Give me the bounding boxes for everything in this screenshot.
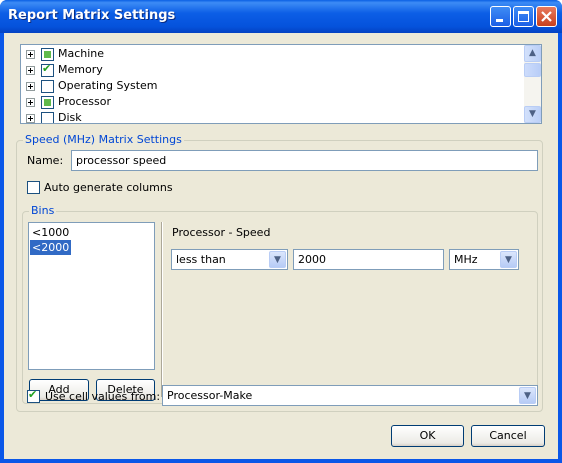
bins-group: Bins <1000 <2000 Add Delete Processor - … [22, 204, 538, 404]
operator-select[interactable]: less than ▼ [171, 249, 288, 270]
ok-button[interactable]: OK [391, 425, 464, 447]
cell-values-source: Processor-Make [167, 389, 253, 402]
tree-item-processor[interactable]: Processor [21, 94, 521, 110]
unit-select[interactable]: MHz ▼ [449, 249, 519, 270]
auto-generate-label: Auto generate columns [44, 181, 173, 194]
tree-scrollbar[interactable]: ▲ ▼ [524, 45, 541, 123]
matrix-settings-group: Speed (MHz) Matrix Settings Name: proces… [16, 133, 543, 412]
expand-icon[interactable] [26, 50, 35, 59]
tree-checkbox-machine[interactable] [41, 48, 54, 61]
divider [161, 222, 163, 397]
auto-generate-checkbox[interactable] [27, 181, 40, 194]
unit-value: MHz [454, 253, 478, 266]
chevron-down-icon: ▼ [529, 109, 536, 119]
operator-value: less than [176, 253, 226, 266]
list-item[interactable]: <2000 [30, 240, 72, 255]
scroll-up-button[interactable]: ▲ [524, 45, 541, 62]
bin-value-field[interactable]: 2000 [293, 249, 444, 270]
cell-values-dropdown-button[interactable]: ▼ [519, 387, 536, 404]
expand-icon[interactable] [26, 114, 35, 123]
tree-checkbox-memory[interactable] [41, 62, 54, 77]
tree-item-disk[interactable]: Disk [21, 110, 521, 124]
bin-detail-title: Processor - Speed [172, 226, 271, 239]
dialog-client: Machine Memory Operating System Processo… [4, 33, 558, 459]
tree-item-operating-system[interactable]: Operating System [21, 78, 521, 94]
minimize-button[interactable] [490, 6, 511, 27]
expand-icon[interactable] [26, 82, 35, 91]
minimize-icon [496, 19, 503, 22]
tree-item-label: Memory [58, 63, 103, 76]
use-cell-values-label: Use cell values from: [45, 390, 161, 403]
list-item[interactable]: <1000 [30, 225, 71, 240]
title-bar[interactable]: Report Matrix Settings [0, 0, 562, 33]
tree-item-machine[interactable]: Machine [21, 46, 521, 62]
cell-values-select[interactable]: Processor-Make ▼ [162, 385, 538, 406]
name-field[interactable]: processor speed [71, 150, 538, 171]
maximize-icon [518, 11, 529, 22]
close-icon [541, 11, 552, 22]
scroll-down-button[interactable]: ▼ [524, 106, 541, 123]
tree-checkbox-operating-system[interactable] [41, 80, 54, 93]
tree-item-label: Disk [58, 111, 82, 124]
tree-checkbox-disk[interactable] [41, 112, 54, 123]
category-tree[interactable]: Machine Memory Operating System Processo… [20, 44, 542, 124]
chevron-up-icon: ▲ [529, 48, 536, 58]
expand-icon[interactable] [26, 66, 35, 75]
close-button[interactable] [536, 6, 557, 27]
tree-item-label: Machine [58, 47, 105, 60]
maximize-button[interactable] [513, 6, 534, 27]
bins-list[interactable]: <1000 <2000 [28, 222, 155, 370]
expand-icon[interactable] [26, 98, 35, 107]
tree-item-memory[interactable]: Memory [21, 62, 521, 78]
window-title: Report Matrix Settings [8, 8, 176, 23]
tree-item-label: Operating System [58, 79, 158, 92]
dialog-window: Report Matrix Settings Machine Memory [0, 0, 562, 463]
chevron-down-icon: ▼ [274, 255, 281, 265]
chevron-down-icon: ▼ [524, 391, 531, 401]
unit-dropdown-button[interactable]: ▼ [500, 251, 517, 268]
scroll-thumb[interactable] [524, 63, 541, 77]
bins-title: Bins [29, 204, 57, 217]
use-cell-values-checkbox[interactable] [27, 388, 40, 403]
chevron-down-icon: ▼ [505, 255, 512, 265]
cancel-button[interactable]: Cancel [471, 425, 545, 447]
tree-item-label: Processor [58, 95, 111, 108]
name-label: Name: [27, 154, 64, 167]
tree-checkbox-processor[interactable] [41, 96, 54, 109]
operator-dropdown-button[interactable]: ▼ [269, 251, 286, 268]
matrix-settings-title: Speed (MHz) Matrix Settings [23, 133, 184, 146]
